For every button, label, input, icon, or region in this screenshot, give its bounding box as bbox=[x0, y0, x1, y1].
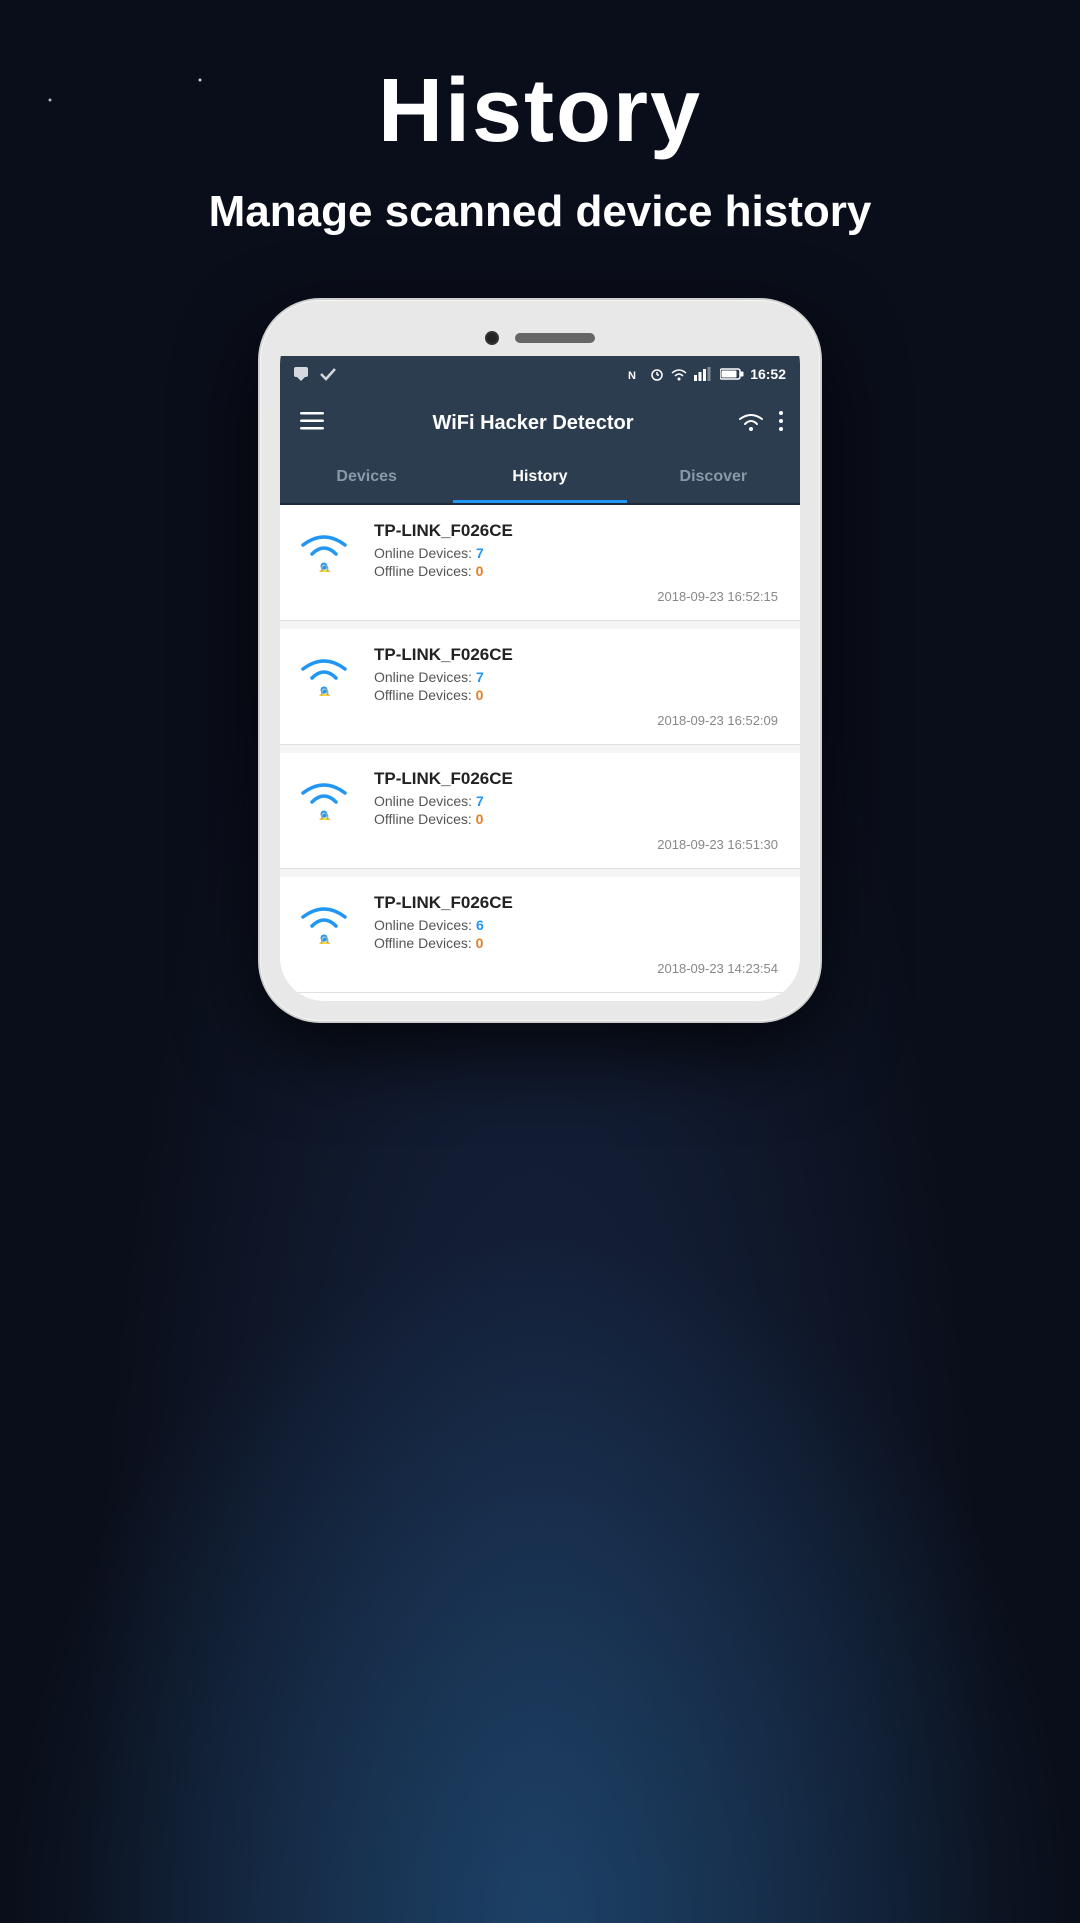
online-count: Online Devices: 7 bbox=[374, 793, 782, 809]
wifi-icon-wrapper: 🔒 bbox=[298, 524, 358, 579]
ssid: TP-LINK_F026CE bbox=[374, 521, 782, 541]
wifi-icon[interactable] bbox=[738, 411, 764, 436]
history-item[interactable]: 🔒 TP-LINK_F026CE Online Devices: 6 Offli… bbox=[280, 877, 800, 993]
wifi-network-icon: 🔒 bbox=[298, 896, 350, 944]
nfc-icon: N bbox=[628, 367, 644, 381]
status-icons-right: N bbox=[628, 366, 786, 382]
offline-count: Offline Devices: 0 bbox=[374, 563, 782, 579]
svg-text:🔒: 🔒 bbox=[316, 687, 333, 696]
wifi-network-icon: 🔒 bbox=[298, 648, 350, 696]
svg-text:🔒: 🔒 bbox=[316, 935, 333, 944]
item-details: TP-LINK_F026CE Online Devices: 6 Offline… bbox=[374, 893, 782, 953]
online-count: Online Devices: 7 bbox=[374, 669, 782, 685]
history-item[interactable]: 🔒 TP-LINK_F026CE Online Devices: 7 Offli… bbox=[280, 629, 800, 745]
svg-text:🔒: 🔒 bbox=[316, 811, 333, 820]
timestamp: 2018-09-23 16:52:09 bbox=[298, 713, 782, 728]
phone-wrapper: N bbox=[260, 300, 820, 1021]
hamburger-menu-icon[interactable] bbox=[296, 406, 328, 440]
signal-icon bbox=[694, 367, 714, 381]
ssid: TP-LINK_F026CE bbox=[374, 769, 782, 789]
history-item[interactable]: 🔒 TP-LINK_F026CE Online Devices: 7 Offli… bbox=[280, 505, 800, 621]
wifi-icon-wrapper: 🔒 bbox=[298, 772, 358, 827]
item-details: TP-LINK_F026CE Online Devices: 7 Offline… bbox=[374, 645, 782, 705]
page-subtitle: Manage scanned device history bbox=[0, 183, 1080, 240]
phone-outer: N bbox=[260, 300, 820, 1021]
item-details: TP-LINK_F026CE Online Devices: 7 Offline… bbox=[374, 521, 782, 581]
wifi-network-icon: 🔒 bbox=[298, 772, 350, 820]
clock: 16:52 bbox=[750, 366, 786, 382]
page-title: History bbox=[0, 60, 1080, 163]
timestamp: 2018-09-23 14:23:54 bbox=[298, 961, 782, 976]
wifi-network-icon: 🔒 bbox=[298, 524, 350, 572]
tab-discover[interactable]: Discover bbox=[627, 454, 800, 503]
check-icon bbox=[320, 367, 336, 381]
online-count: Online Devices: 7 bbox=[374, 545, 782, 561]
svg-text:N: N bbox=[628, 370, 636, 381]
item-details: TP-LINK_F026CE Online Devices: 7 Offline… bbox=[374, 769, 782, 829]
wifi-status-icon bbox=[670, 367, 688, 381]
wifi-icon-wrapper: 🔒 bbox=[298, 896, 358, 951]
tab-bar: Devices History Discover bbox=[280, 454, 800, 505]
app-bar-right-icons bbox=[738, 411, 784, 436]
ssid: TP-LINK_F026CE bbox=[374, 893, 782, 913]
tab-history[interactable]: History bbox=[453, 454, 626, 503]
status-bar: N bbox=[280, 356, 800, 392]
alarm-icon bbox=[650, 367, 664, 381]
ssid: TP-LINK_F026CE bbox=[374, 645, 782, 665]
notification-icon bbox=[294, 367, 312, 381]
timestamp: 2018-09-23 16:52:15 bbox=[298, 589, 782, 604]
online-count: Online Devices: 6 bbox=[374, 917, 782, 933]
phone-inner: N bbox=[280, 320, 800, 1001]
tab-devices[interactable]: Devices bbox=[280, 454, 453, 503]
offline-count: Offline Devices: 0 bbox=[374, 935, 782, 951]
timestamp: 2018-09-23 16:51:30 bbox=[298, 837, 782, 852]
history-list: 🔒 TP-LINK_F026CE Online Devices: 7 Offli… bbox=[280, 505, 800, 993]
battery-icon bbox=[720, 368, 744, 380]
offline-count: Offline Devices: 0 bbox=[374, 811, 782, 827]
offline-count: Offline Devices: 0 bbox=[374, 687, 782, 703]
app-bar: WiFi Hacker Detector bbox=[280, 392, 800, 454]
svg-text:🔒: 🔒 bbox=[316, 563, 333, 572]
page-title-area: History Manage scanned device history bbox=[0, 0, 1080, 300]
history-item[interactable]: 🔒 TP-LINK_F026CE Online Devices: 7 Offli… bbox=[280, 753, 800, 869]
phone-top-bar bbox=[280, 320, 800, 356]
wifi-icon-wrapper: 🔒 bbox=[298, 648, 358, 703]
status-icons-left bbox=[294, 367, 336, 381]
more-options-icon[interactable] bbox=[778, 411, 784, 436]
app-title: WiFi Hacker Detector bbox=[328, 412, 738, 435]
front-camera bbox=[485, 331, 499, 345]
speaker bbox=[515, 333, 595, 343]
